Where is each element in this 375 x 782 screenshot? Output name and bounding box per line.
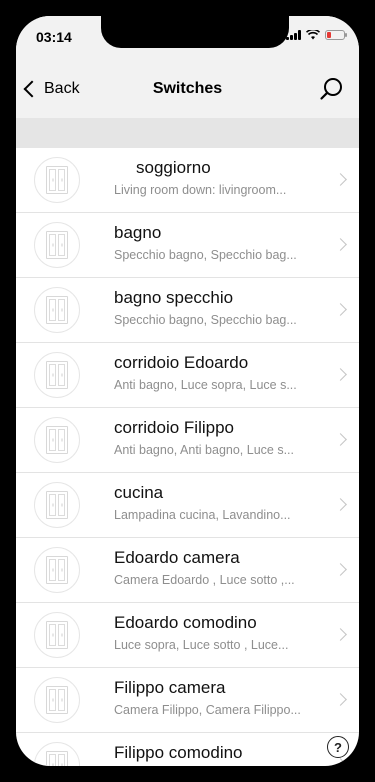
switch-list: soggiorno Living room down: livingroom..… — [16, 148, 359, 766]
list-item[interactable]: bagno Specchio bagno, Specchio bag... — [16, 213, 359, 278]
list-item-title: Edoardo camera — [114, 548, 240, 567]
switch-icon — [34, 742, 80, 766]
list-item-title: cucina — [114, 483, 164, 502]
signal-icon — [286, 30, 301, 40]
list-item-subtitle: Luce sopra, Luce sotto , Luce... — [114, 638, 289, 652]
list-item-subtitle: Camera Filippo, Camera Filippo... — [114, 703, 301, 717]
list-item[interactable]: cucina Lampadina cucina, Lavandino... — [16, 473, 359, 538]
list-item-title: Filippo comodino — [114, 743, 243, 762]
battery-icon — [325, 30, 347, 40]
switch-icon — [34, 612, 80, 658]
switch-icon — [34, 482, 80, 528]
list-item[interactable]: corridoio Edoardo Anti bagno, Luce sopra… — [16, 343, 359, 408]
switch-icon — [34, 222, 80, 268]
section-header — [16, 118, 359, 148]
switch-icon — [34, 352, 80, 398]
switch-icon — [34, 547, 80, 593]
list-item[interactable]: Filippo camera Camera Filippo, Camera Fi… — [16, 668, 359, 733]
list-item[interactable]: Edoardo comodino Luce sopra, Luce sotto … — [16, 603, 359, 668]
list-item-subtitle: Living room down: livingroom... — [114, 183, 287, 197]
list-item-title: soggiorno — [136, 158, 211, 177]
list-item-subtitle: Camera Edoardo , Luce sotto ,... — [114, 573, 295, 587]
switch-icon — [34, 287, 80, 333]
status-time: 03:14 — [36, 29, 72, 45]
list-item-subtitle: Anti bagno, Luce sopra, Luce s... — [114, 378, 297, 392]
list-item-subtitle: Specchio bagno, Specchio bag... — [114, 248, 297, 262]
list-item[interactable]: soggiorno Living room down: livingroom..… — [16, 148, 359, 213]
list-item[interactable]: Edoardo camera Camera Edoardo , Luce sot… — [16, 538, 359, 603]
list-item-title: Edoardo comodino — [114, 613, 257, 632]
chevron-right-icon — [334, 758, 347, 766]
screen: 03:14 Back Switches soggiorno Living roo… — [16, 16, 359, 766]
list-item-title: bagno — [114, 223, 162, 242]
list-item-title: corridoio Edoardo — [114, 353, 249, 372]
search-icon[interactable] — [319, 76, 345, 102]
wifi-icon — [306, 30, 320, 40]
list-item-subtitle: Lampadina cucina, Lavandino... — [114, 508, 291, 522]
switch-icon — [34, 417, 80, 463]
notch — [101, 16, 289, 48]
list-item-subtitle: Anti bagno, Anti bagno, Luce s... — [114, 443, 294, 457]
help-button[interactable]: ? — [327, 736, 349, 758]
page-title: Switches — [152, 80, 223, 97]
list-item-subtitle: Specchio bagno, Specchio bag... — [114, 313, 297, 327]
status-icons — [286, 30, 347, 40]
list-item-title: corridoio Filippo — [114, 418, 234, 437]
status-bar: 03:14 — [16, 16, 359, 64]
list-item[interactable]: corridoio Filippo Anti bagno, Anti bagno… — [16, 408, 359, 473]
list-item-title: bagno specchio — [114, 288, 234, 307]
switch-icon — [34, 677, 80, 723]
nav-bar: Back Switches — [16, 64, 359, 118]
list-item[interactable]: bagno specchio Specchio bagno, Specchio … — [16, 278, 359, 343]
list-item[interactable]: Filippo comodino Luce sopra, Luce sotto,… — [16, 733, 359, 766]
list-item-title: Filippo camera — [114, 678, 226, 697]
phone-frame: 03:14 Back Switches soggiorno Living roo… — [0, 0, 375, 782]
switch-icon — [34, 157, 80, 203]
